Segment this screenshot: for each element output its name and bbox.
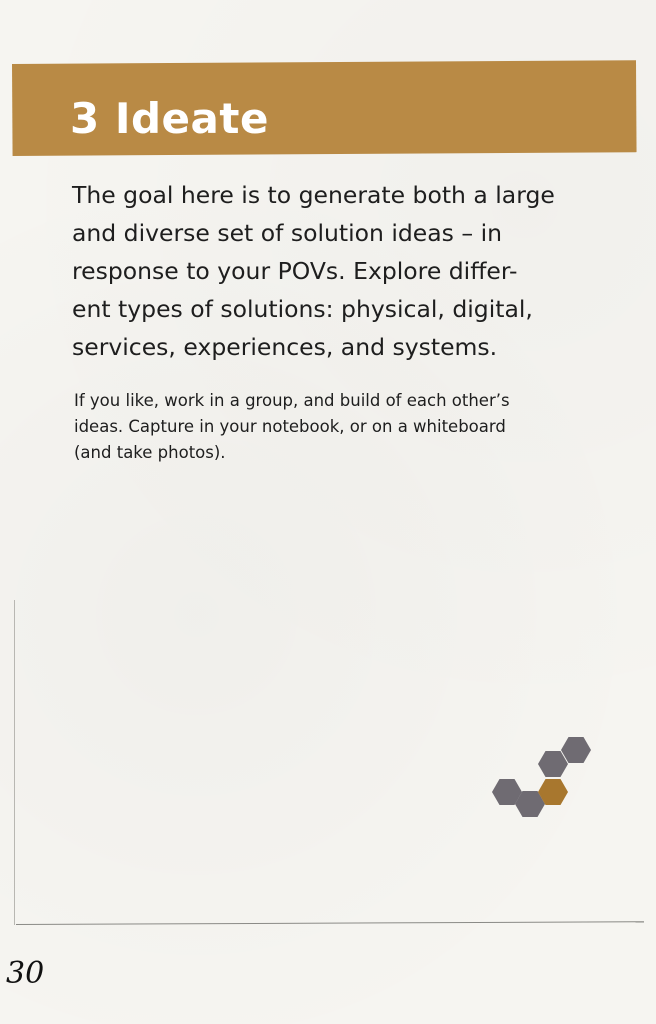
intro-line: response to your POVs. Explore differ- xyxy=(72,257,518,285)
book-page: 3 Ideate The goal here is to generate bo… xyxy=(0,0,656,1024)
page-edge-line xyxy=(14,600,15,925)
hexagon-cell xyxy=(561,737,591,763)
intro-line: and diverse set of solution ideas – in xyxy=(72,219,503,247)
note-line: If you like, work in a group, and build … xyxy=(74,391,510,410)
note-paragraph: If you like, work in a group, and build … xyxy=(74,388,614,466)
intro-line: The goal here is to generate both a larg… xyxy=(72,181,555,209)
section-title: 3 Ideate xyxy=(70,94,269,143)
intro-paragraph: The goal here is to generate both a larg… xyxy=(72,176,612,366)
note-line: (and take photos). xyxy=(74,443,226,462)
hexagon-cluster-icon xyxy=(492,737,591,817)
hexagon-cell xyxy=(538,751,568,777)
intro-line: ent types of solutions: physical, digita… xyxy=(72,295,533,323)
handwritten-page-number: 30 xyxy=(6,956,45,991)
intro-line: services, experiences, and systems. xyxy=(72,333,498,361)
page-bottom-rule xyxy=(16,921,644,925)
note-line: ideas. Capture in your notebook, or on a… xyxy=(74,417,506,436)
